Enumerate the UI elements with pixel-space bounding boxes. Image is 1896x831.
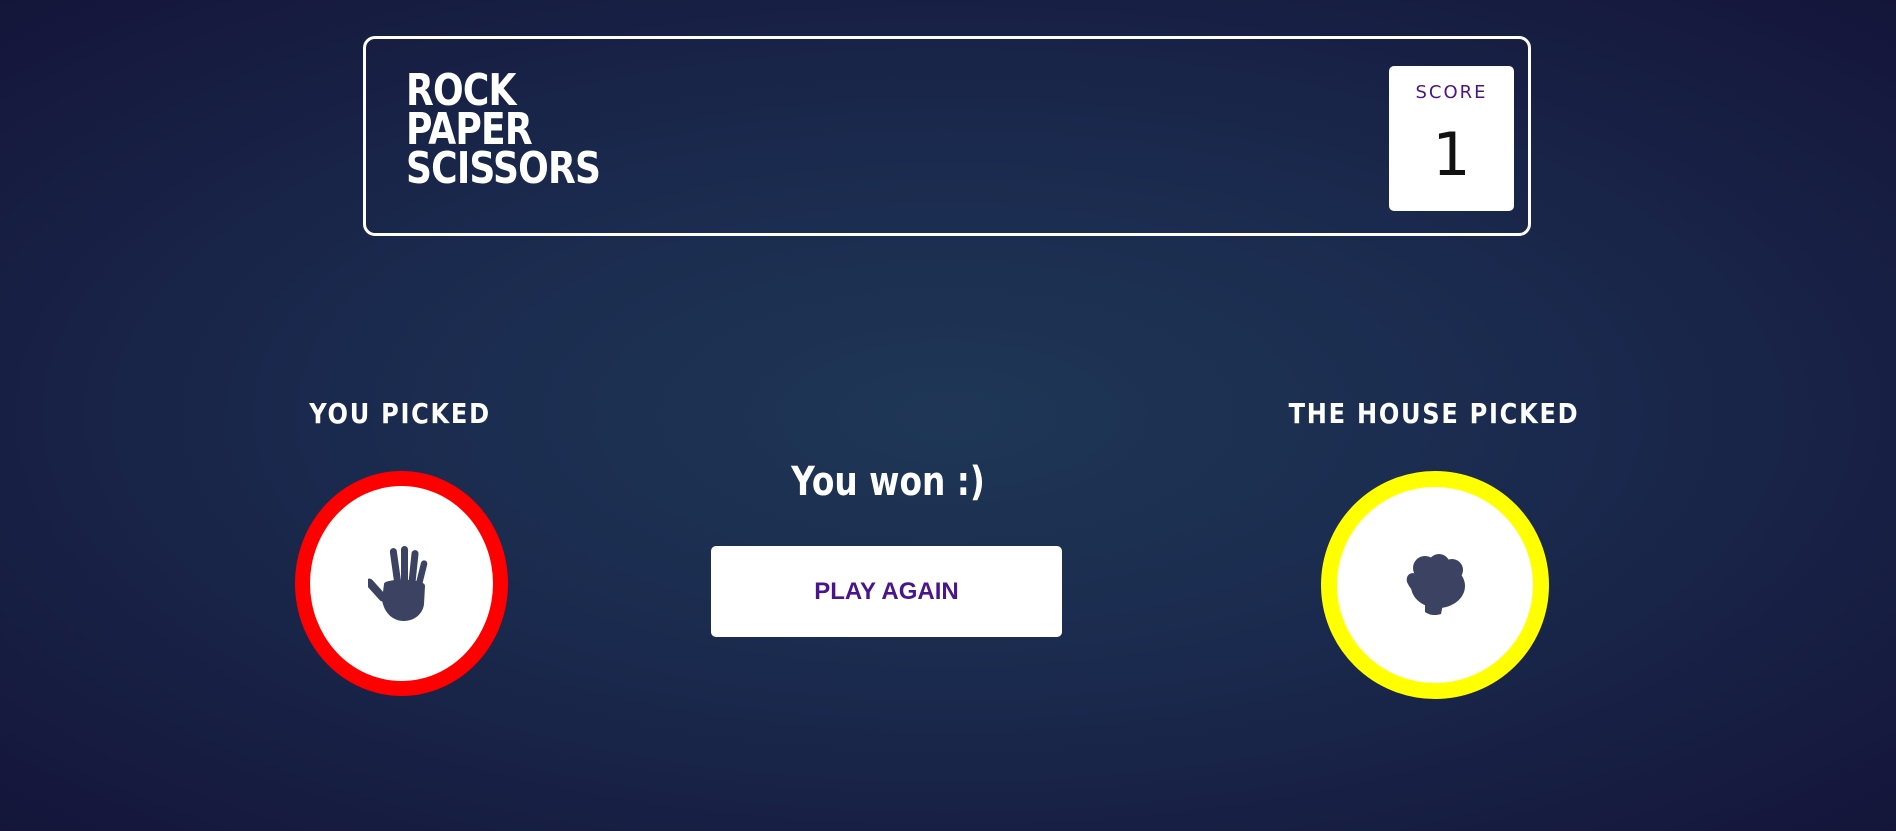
- paper-hand-icon: [367, 545, 427, 621]
- play-again-button[interactable]: PLAY AGAIN: [711, 546, 1062, 637]
- player-choice-token: [295, 471, 508, 696]
- you-picked-label: YOU PICKED: [309, 397, 491, 430]
- game-header: ROCK PAPER SCISSORS SCORE 1: [363, 36, 1531, 236]
- result-message: You won :): [791, 459, 985, 505]
- title-line-scissors: SCISSORS: [406, 143, 601, 194]
- score-label: SCORE: [1415, 82, 1488, 103]
- score-box: SCORE 1: [1389, 66, 1514, 211]
- rock-fist-icon: [1406, 554, 1465, 616]
- house-choice-token: [1321, 471, 1549, 699]
- house-picked-label: THE HOUSE PICKED: [1288, 397, 1580, 430]
- game-title: ROCK PAPER SCISSORS: [406, 69, 601, 194]
- score-value: 1: [1432, 120, 1471, 190]
